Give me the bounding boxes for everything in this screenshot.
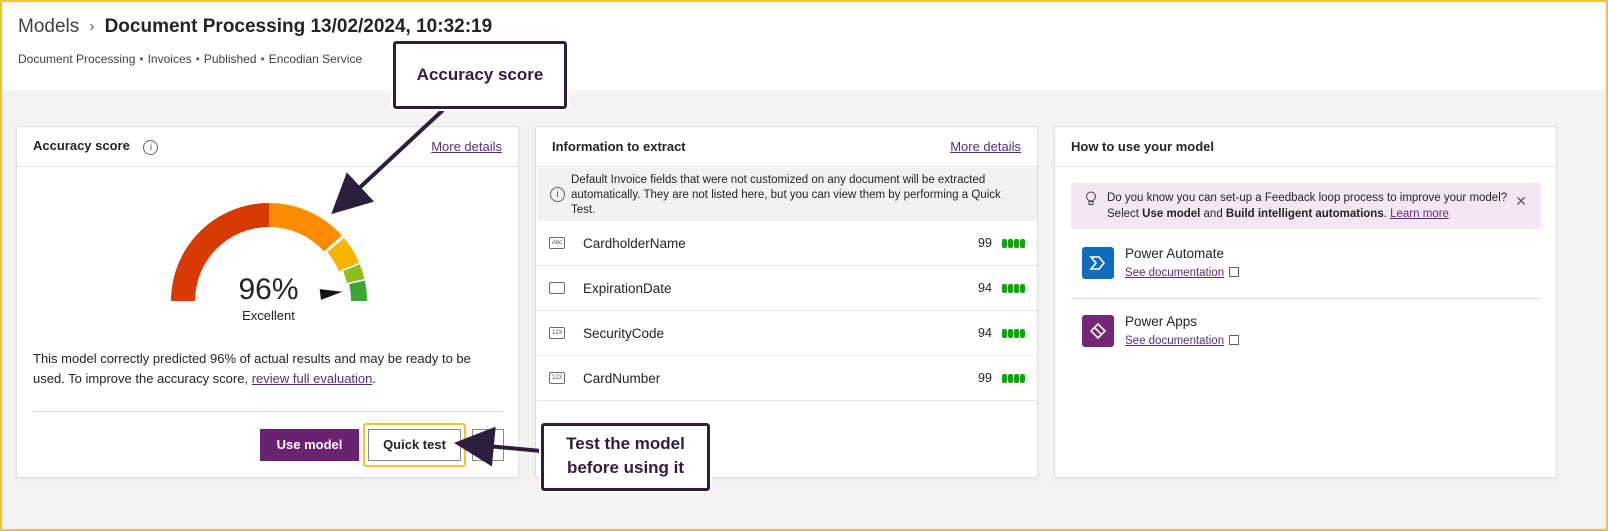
arrow-to-gauge (331, 108, 445, 215)
arrow-to-quick-test (454, 426, 542, 467)
test-model-callout: Test the model before using it (539, 421, 712, 493)
annotation-arrows (331, 108, 542, 467)
accuracy-score-callout: Accuracy score (391, 39, 569, 111)
